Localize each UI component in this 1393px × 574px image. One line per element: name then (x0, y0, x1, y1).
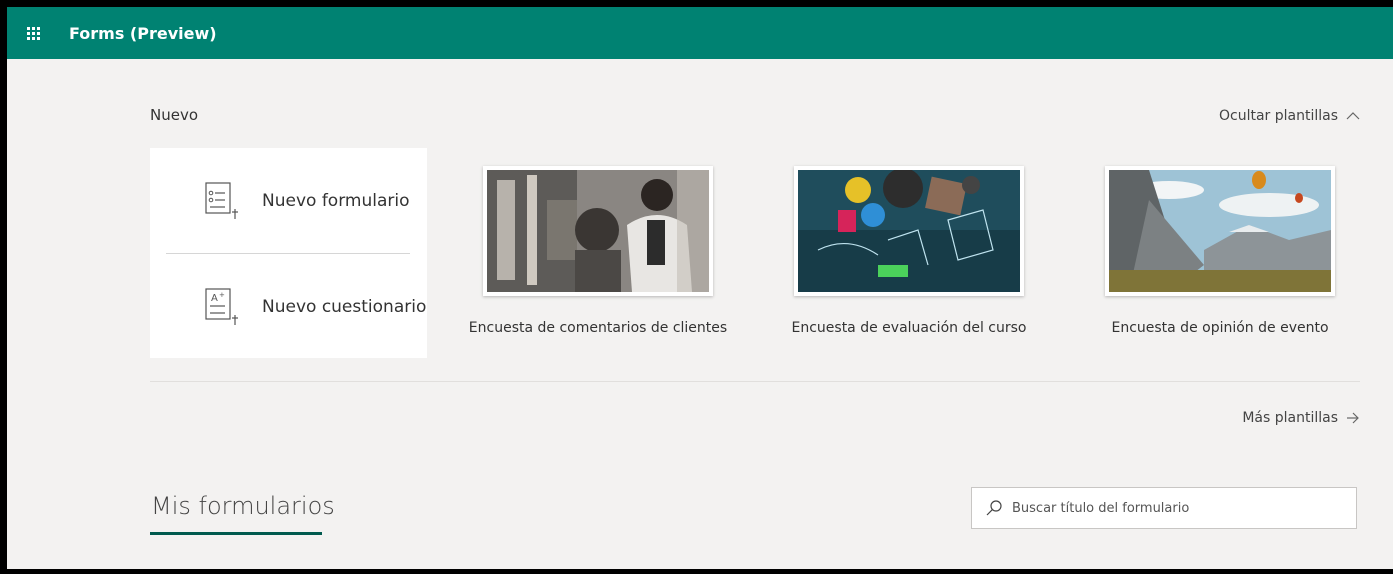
hide-templates-button[interactable]: Ocultar plantillas (1219, 108, 1360, 124)
svg-text:A: A (211, 293, 218, 304)
top-bar: Forms (Preview) (7, 7, 1393, 59)
new-section-label: Nuevo (150, 106, 199, 124)
template-customer-feedback[interactable]: Encuesta de comentarios de clientes (458, 166, 738, 339)
new-quiz-label: Nuevo cuestionario (262, 297, 427, 317)
template-caption: Encuesta de evaluación del curso (791, 320, 1027, 336)
my-forms-tab-indicator (150, 532, 322, 535)
new-quiz-icon: A + (205, 288, 238, 325)
section-divider (150, 381, 1360, 382)
svg-text:+: + (219, 291, 225, 299)
template-thumbnail (794, 166, 1024, 296)
new-form-button[interactable]: Nuevo formulario (150, 151, 427, 251)
template-caption: Encuesta de opinión de evento (1111, 320, 1329, 336)
new-card: Nuevo formulario A + Nuevo cuestionario (150, 148, 427, 358)
more-templates-label: Más plantillas (1242, 410, 1338, 426)
hide-templates-label: Ocultar plantillas (1218, 108, 1338, 124)
template-thumbnail (483, 166, 713, 296)
chevron-up-icon (1346, 112, 1360, 120)
template-course-evaluation[interactable]: Encuesta de evaluación del curso (769, 166, 1049, 339)
template-caption: Encuesta de comentarios de clientes (468, 320, 728, 336)
new-quiz-button[interactable]: A + Nuevo cuestionario (150, 257, 427, 357)
template-event-feedback[interactable]: Encuesta de opinión de evento (1080, 166, 1360, 339)
app-window: Forms (Preview) Nuevo Ocultar plantillas… (7, 7, 1393, 569)
arrow-right-icon (1347, 412, 1359, 424)
more-templates-link[interactable]: Más plantillas (1242, 410, 1360, 426)
search-box[interactable] (971, 487, 1357, 529)
my-forms-tab[interactable]: Mis formularios (151, 492, 335, 520)
card-divider (166, 253, 410, 254)
search-icon (986, 500, 1002, 516)
new-form-label: Nuevo formulario (262, 191, 410, 211)
new-form-icon (205, 182, 238, 219)
app-launcher-icon[interactable] (7, 7, 59, 59)
app-title[interactable]: Forms (Preview) (69, 24, 217, 43)
search-input[interactable] (1010, 499, 1354, 517)
template-thumbnail (1105, 166, 1335, 296)
